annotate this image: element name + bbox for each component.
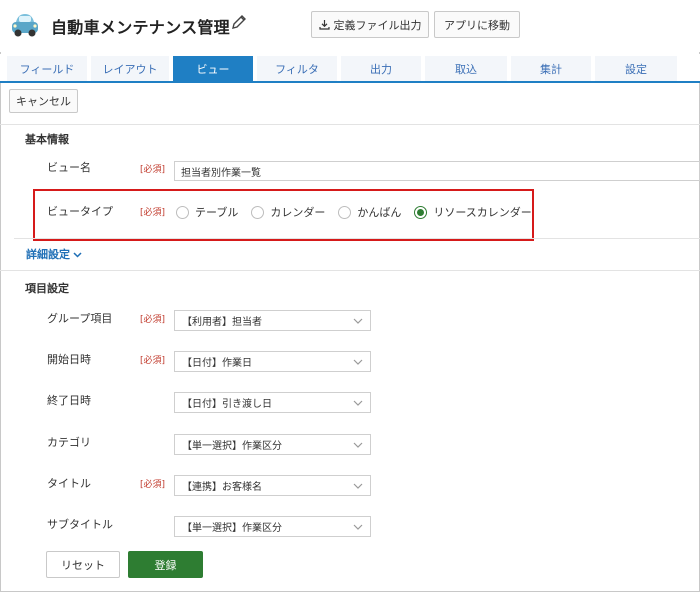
title-field-select[interactable]: 【連携】お客様名: [174, 475, 371, 496]
chevron-down-icon: [73, 251, 82, 258]
title-field-label: タイトル: [47, 477, 91, 490]
chevron-down-icon: [353, 359, 363, 365]
required-badge: [必須]: [140, 356, 166, 366]
divider: [0, 270, 700, 271]
reset-button[interactable]: リセット: [46, 551, 120, 578]
tab-import[interactable]: 取込: [425, 56, 507, 82]
select-value: 【単一選択】作業区分: [182, 441, 282, 452]
pencil-icon[interactable]: [231, 14, 247, 30]
divider: [0, 124, 700, 125]
select-value: 【連携】お客様名: [182, 482, 262, 493]
chevron-down-icon: [353, 524, 363, 530]
tab-layout[interactable]: レイアウト: [91, 56, 169, 82]
end-datetime-select[interactable]: 【日付】引き渡し日: [174, 392, 371, 413]
app-header: 自動車メンテナンス管理 定義ファイル出力 アプリに移動: [0, 0, 700, 52]
view-name-input[interactable]: [174, 161, 700, 181]
select-value: 【単一選択】作業区分: [182, 523, 282, 534]
window-frame: [0, 0, 700, 592]
app-title: 自動車メンテナンス管理: [51, 18, 230, 37]
start-datetime-label: 開始日時: [47, 353, 91, 366]
tab-filter[interactable]: フィルタ: [257, 56, 337, 82]
advanced-settings-label: 詳細設定: [26, 248, 70, 261]
view-name-label: ビュー名: [47, 161, 91, 174]
tabs-underline: [0, 81, 700, 83]
advanced-settings-link[interactable]: 詳細設定: [26, 246, 82, 262]
car-icon: [12, 14, 38, 37]
required-badge: [必須]: [140, 315, 166, 325]
required-badge: [必須]: [140, 165, 166, 175]
chevron-down-icon: [353, 318, 363, 324]
tab-settings[interactable]: 設定: [595, 56, 677, 82]
basic-info-title: 基本情報: [25, 133, 69, 146]
group-field-label: グループ項目: [47, 312, 113, 325]
category-select[interactable]: 【単一選択】作業区分: [174, 434, 371, 455]
settings-tabs: フィールド レイアウト ビュー フィルタ 出力 取込 集計 設定: [0, 54, 700, 82]
tab-view[interactable]: ビュー: [173, 56, 253, 82]
select-value: 【日付】引き渡し日: [182, 399, 272, 410]
divider: [14, 238, 700, 239]
chevron-down-icon: [353, 400, 363, 406]
go-to-app-button[interactable]: アプリに移動: [434, 11, 520, 38]
start-datetime-select[interactable]: 【日付】作業日: [174, 351, 371, 372]
submit-button[interactable]: 登録: [128, 551, 203, 578]
select-value: 【日付】作業日: [182, 358, 252, 369]
subtitle-label: サブタイトル: [47, 518, 113, 531]
select-value: 【利用者】担当者: [182, 317, 262, 328]
subtitle-select[interactable]: 【単一選択】作業区分: [174, 516, 371, 537]
item-settings-title: 項目設定: [25, 282, 69, 295]
chevron-down-icon: [353, 483, 363, 489]
tab-output[interactable]: 出力: [341, 56, 421, 82]
category-label: カテゴリ: [47, 436, 91, 449]
download-icon: [318, 20, 330, 30]
export-definition-label: 定義ファイル出力: [333, 18, 422, 32]
chevron-down-icon: [353, 442, 363, 448]
group-field-select[interactable]: 【利用者】担当者: [174, 310, 371, 331]
highlight-annotation: [33, 189, 534, 241]
tab-aggregate[interactable]: 集計: [511, 56, 591, 82]
export-definition-button[interactable]: 定義ファイル出力: [311, 11, 429, 38]
required-badge: [必須]: [140, 480, 166, 490]
cancel-button[interactable]: キャンセル: [9, 89, 78, 113]
end-datetime-label: 終了日時: [47, 394, 91, 407]
tab-fields[interactable]: フィールド: [7, 56, 87, 82]
